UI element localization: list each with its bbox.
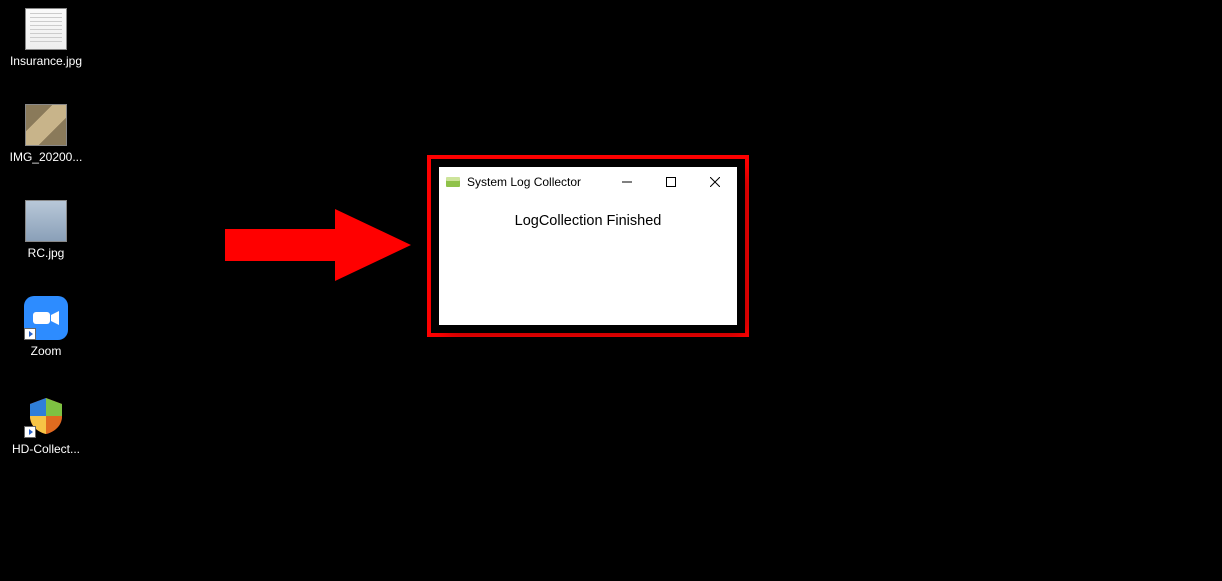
annotation-arrow-icon [225,205,415,290]
annotation-highlight-frame: System Log Collector LogCollection Finis… [427,155,749,337]
desktop-icon-img20200[interactable]: IMG_20200... [8,104,84,164]
file-thumb-icon [25,104,67,146]
desktop-icon-zoom[interactable]: Zoom [8,296,84,358]
shield-app-icon [24,394,68,438]
icon-label: HD-Collect... [12,442,80,456]
file-thumb-icon [25,200,67,242]
maximize-button[interactable] [649,167,693,197]
icon-label: RC.jpg [28,246,65,260]
shortcut-overlay-icon [24,328,36,340]
app-icon [445,174,461,190]
system-log-collector-window: System Log Collector LogCollection Finis… [439,167,737,325]
minimize-button[interactable] [605,167,649,197]
status-message: LogCollection Finished [515,213,662,325]
desktop-icon-rc[interactable]: RC.jpg [8,200,84,260]
desktop-icon-insurance[interactable]: Insurance.jpg [8,8,84,68]
file-thumb-icon [25,8,67,50]
icon-label: Zoom [31,344,62,358]
shortcut-overlay-icon [24,426,36,438]
desktop-icons-area: Insurance.jpg IMG_20200... RC.jpg Zoom H… [8,8,84,456]
window-titlebar[interactable]: System Log Collector [439,167,737,197]
zoom-app-icon [24,296,68,340]
icon-label: IMG_20200... [10,150,83,164]
window-title: System Log Collector [467,175,605,189]
close-button[interactable] [693,167,737,197]
window-body: LogCollection Finished [439,197,737,325]
icon-label: Insurance.jpg [10,54,82,68]
desktop-icon-hdcollect[interactable]: HD-Collect... [8,394,84,456]
